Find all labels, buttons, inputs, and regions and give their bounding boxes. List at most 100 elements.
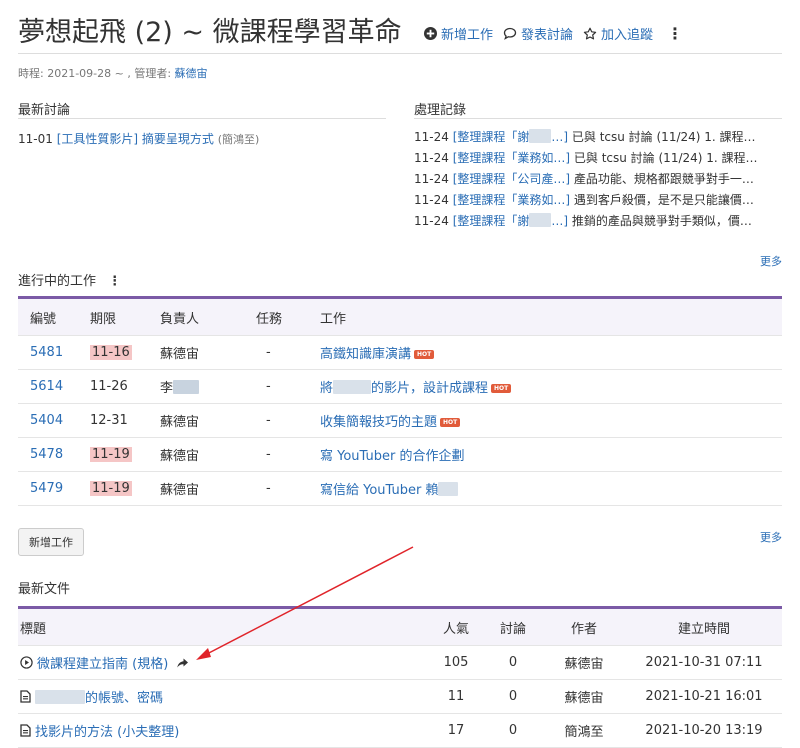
task-id-link[interactable]: 5404 — [30, 413, 63, 428]
table-row: 5404 12-31 蘇德宙 - 收集簡報技巧的主題 HOT — [18, 403, 782, 438]
task-id-link[interactable]: 5614 — [30, 379, 63, 394]
share-arrow-icon[interactable] — [176, 657, 189, 669]
task-mission: - — [266, 379, 271, 394]
records-list: 11-24 [整理課程「謝…] 已與 tcsu 討論 (11/24) 1. 課程… — [414, 127, 786, 232]
page-title: 夢想起飛 (2) ~ 微課程學習革命 — [18, 17, 402, 48]
record-link[interactable]: [整理課程「謝…] — [453, 213, 568, 228]
task-due: 11-19 — [90, 447, 132, 462]
column-header[interactable]: 負責人 — [148, 297, 244, 336]
document-comments: 0 — [484, 713, 542, 748]
document-title-link[interactable]: 的帳號、密碼 — [35, 687, 163, 706]
header-actions: 新增工作 發表討論 加入追蹤 ⋮ — [424, 24, 683, 43]
play-circle-icon — [20, 656, 33, 669]
record-row: 11-24 [整理課程「謝…] 推銷的產品與競爭對手類似，價… — [414, 211, 786, 232]
record-row: 11-24 [整理課程「公司產…] 產品功能、規格都跟競爭對手一… — [414, 169, 786, 190]
task-due: 11-26 — [90, 379, 128, 394]
task-mission: - — [266, 447, 271, 462]
column-header[interactable]: 任務 — [244, 297, 308, 336]
document-title-link[interactable]: 微課程建立指南 (規格) — [37, 653, 168, 672]
record-date: 11-24 — [414, 151, 449, 165]
document-comments: 0 — [484, 679, 542, 714]
divider — [414, 118, 782, 119]
period-label: 時程: 2021-09-28 ~ , 管理者: — [18, 67, 172, 80]
record-row: 11-24 [整理課程「業務如…] 已與 tcsu 討論 (11/24) 1. … — [414, 148, 786, 169]
new-task-action[interactable]: 新增工作 — [424, 24, 493, 43]
column-header[interactable]: 工作 — [308, 297, 782, 336]
table-header-row: 標題 人氣 討論 作者 建立時間 — [18, 607, 782, 646]
task-work-link[interactable]: 寫 YouTuber 的合作企劃 — [320, 449, 464, 464]
discussion-author: (簡鴻至) — [217, 133, 260, 146]
record-link[interactable]: [整理課程「公司產…] — [453, 172, 570, 186]
record-row: 11-24 [整理課程「業務如…] 遇到客戶殺價，是不是只能讓價… — [414, 190, 786, 211]
column-header[interactable]: 期限 — [78, 297, 148, 336]
task-work-link[interactable]: 寫信給 YouTuber 賴 — [320, 482, 459, 498]
document-icon — [20, 690, 31, 703]
new-task-label: 新增工作 — [441, 28, 494, 43]
column-header[interactable]: 作者 — [542, 607, 626, 646]
document-created: 2021-10-21 16:01 — [626, 679, 782, 714]
table-row: 找影片的方法 (小夫整理) 17 0 簡鴻至 2021-10-20 13:19 — [18, 713, 782, 748]
task-work-link[interactable]: 將的影片，設計成課程 — [320, 380, 488, 396]
speech-bubble-icon — [503, 27, 517, 40]
document-title-link[interactable]: 找影片的方法 (小夫整理) — [35, 721, 179, 740]
task-owner: 蘇德宙 — [160, 449, 200, 464]
task-mission: - — [266, 481, 271, 496]
manager-link[interactable]: 蘇德宙 — [175, 67, 208, 80]
hot-badge: HOT — [440, 418, 461, 427]
document-created: 2021-10-20 13:19 — [626, 713, 782, 748]
new-task-button[interactable]: 新增工作 — [18, 528, 84, 556]
post-discussion-label: 發表討論 — [521, 28, 574, 43]
follow-label: 加入追蹤 — [601, 28, 654, 43]
record-text: 已與 tcsu 討論 (11/24) 1. 課程… — [570, 151, 758, 165]
record-text: 推銷的產品與競爭對手類似，價… — [568, 214, 752, 228]
table-row: 5479 11-19 蘇德宙 - 寫信給 YouTuber 賴 — [18, 471, 782, 506]
document-author: 蘇德宙 — [542, 645, 626, 680]
task-id-link[interactable]: 5478 — [30, 447, 63, 462]
task-id-link[interactable]: 5481 — [30, 345, 63, 360]
column-header[interactable]: 編號 — [18, 297, 78, 336]
task-work-link[interactable]: 收集簡報技巧的主題 — [320, 415, 437, 430]
task-due: 11-16 — [90, 345, 132, 360]
task-mission: - — [266, 413, 271, 428]
document-icon — [20, 724, 31, 737]
task-work-link[interactable]: 高鐵知識庫演講 — [320, 347, 411, 362]
hot-badge: HOT — [414, 350, 435, 359]
table-row: 5478 11-19 蘇德宙 - 寫 YouTuber 的合作企劃 — [18, 437, 782, 472]
divider — [18, 118, 386, 119]
table-row: 5614 11-26 李 - 將的影片，設計成課程 HOT — [18, 369, 782, 404]
table-header-row: 編號 期限 負責人 任務 工作 — [18, 297, 782, 336]
record-link[interactable]: [整理課程「謝…] — [453, 129, 568, 144]
document-views: 11 — [428, 679, 484, 714]
discussion-date: 11-01 — [18, 132, 53, 146]
tasks-more-link[interactable]: 更多 — [760, 529, 782, 545]
table-row: 的帳號、密碼 11 0 蘇德宙 2021-10-21 16:01 — [18, 679, 782, 714]
record-link[interactable]: [整理課程「業務如…] — [453, 193, 570, 207]
discussion-link[interactable]: [工具性質影片] 摘要呈現方式 — [57, 132, 214, 146]
column-header[interactable]: 建立時間 — [626, 607, 782, 646]
documents-title: 最新文件 — [18, 582, 71, 597]
more-vertical-icon[interactable]: ⋮ — [108, 274, 121, 289]
task-owner: 蘇德宙 — [160, 415, 200, 430]
page-header: 夢想起飛 (2) ~ 微課程學習革命 新增工作 發表討論 加入追蹤 ⋮ — [18, 10, 782, 54]
discussion-item: 11-01 [工具性質影片] 摘要呈現方式 (簡鴻至) — [18, 130, 259, 147]
task-mission: - — [266, 345, 271, 360]
follow-action[interactable]: 加入追蹤 — [583, 24, 653, 43]
document-views: 105 — [428, 645, 484, 680]
record-date: 11-24 — [414, 130, 449, 144]
record-date: 11-24 — [414, 214, 449, 228]
document-created: 2021-10-31 07:11 — [626, 645, 782, 680]
task-owner: 李 — [160, 381, 174, 396]
document-views: 17 — [428, 713, 484, 748]
column-header[interactable]: 討論 — [484, 607, 542, 646]
records-more-link[interactable]: 更多 — [760, 253, 782, 269]
post-discussion-action[interactable]: 發表討論 — [503, 24, 573, 43]
column-header[interactable]: 標題 — [18, 607, 428, 646]
documents-table: 標題 人氣 討論 作者 建立時間 微課程建立指南 (規格) 105 0 蘇德宙 … — [18, 606, 782, 748]
record-text: 遇到客戶殺價，是不是只能讓價… — [570, 193, 754, 207]
record-text: 產品功能、規格都跟競爭對手一… — [570, 172, 754, 186]
column-header[interactable]: 人氣 — [428, 607, 484, 646]
star-icon — [583, 27, 597, 39]
task-id-link[interactable]: 5479 — [30, 481, 63, 496]
record-link[interactable]: [整理課程「業務如…] — [453, 151, 570, 165]
more-vertical-icon[interactable]: ⋮ — [667, 24, 683, 43]
